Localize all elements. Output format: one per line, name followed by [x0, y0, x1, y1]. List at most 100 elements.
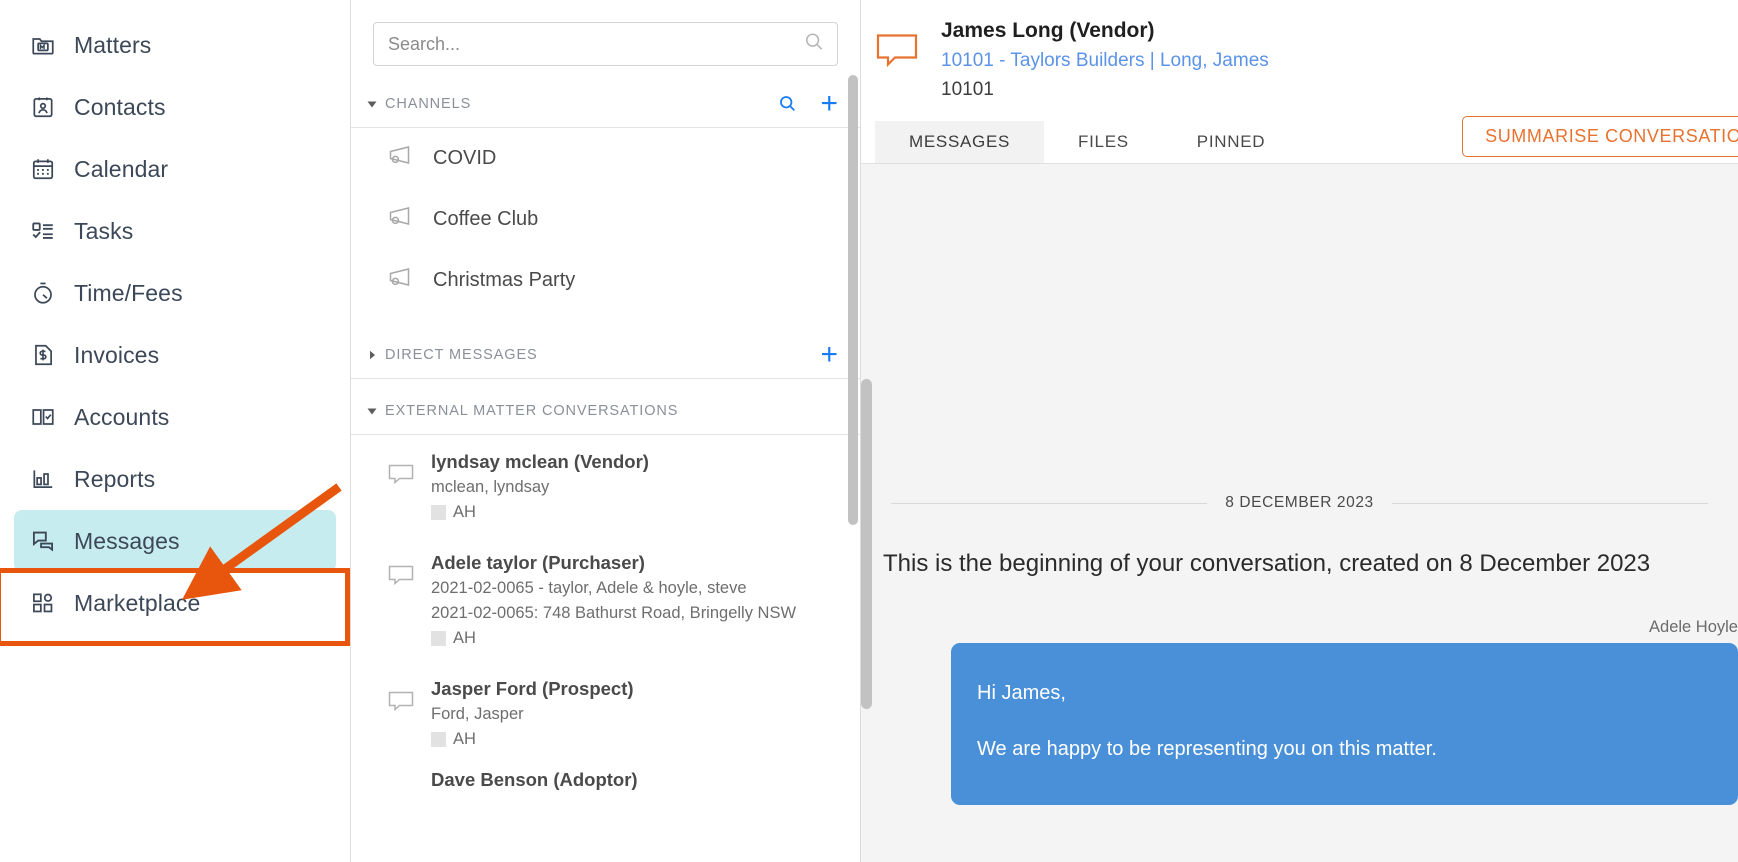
conversation-beginning-text: This is the beginning of your conversati… — [883, 550, 1651, 577]
section-title: CHANNELS — [385, 95, 472, 112]
search-area — [351, 0, 860, 66]
divider — [1391, 502, 1708, 504]
matter-id: 10101 — [941, 79, 994, 100]
conversation-subtitle: 2021-02-0065 - taylor, Adele & hoyle, st… — [431, 579, 747, 597]
conversation-title: Dave Benson (Adoptor) — [431, 769, 638, 790]
sidebar-item-label: Tasks — [74, 217, 134, 244]
folder-m-icon — [30, 32, 56, 58]
conversation-title: lyndsay mclean (Vendor) — [431, 451, 649, 472]
conversation-title: Jasper Ford (Prospect) — [431, 678, 634, 699]
section-header-external-matter-conversations[interactable]: EXTERNAL MATTER CONVERSATIONS — [351, 387, 860, 435]
channel-label: Coffee Club — [433, 208, 539, 230]
caret-right-icon[interactable] — [363, 349, 381, 361]
sidebar-item-label: Accounts — [74, 403, 170, 430]
channel-item-christmas-party[interactable]: Christmas Party — [351, 250, 860, 311]
chat-bubbles-icon — [30, 528, 56, 554]
message-sender-name: Adele Hoyle — [1649, 618, 1738, 636]
conversation-header: James Long (Vendor) 10101 - Taylors Buil… — [861, 0, 1738, 114]
list-item[interactable]: Jasper Ford (Prospect) Ford, Jasper AH — [351, 662, 860, 763]
sidebar-item-invoices[interactable]: Invoices — [14, 324, 336, 386]
channel-label: COVID — [433, 147, 497, 169]
list-item-body: Dave Benson (Adoptor) — [431, 767, 638, 793]
bar-chart-icon — [30, 466, 56, 492]
section-actions: + — [777, 88, 838, 118]
calendar-icon — [30, 156, 56, 182]
list-item[interactable]: Dave Benson (Adoptor) — [351, 763, 860, 807]
add-direct-message-button[interactable]: + — [820, 339, 838, 369]
chat-bubble-icon — [387, 676, 415, 719]
date-separator: 8 DECEMBER 2023 — [891, 164, 1708, 512]
sidebar-item-label: Contacts — [74, 93, 166, 120]
message-line: We are happy to be representing you on t… — [977, 738, 1437, 760]
channel-label: Christmas Party — [433, 269, 576, 291]
conversation-subtitle: mclean, lyndsay — [431, 478, 550, 496]
sidebar-item-accounts[interactable]: Accounts — [14, 386, 336, 448]
sidebar-item-label: Calendar — [74, 155, 169, 182]
tag-color-swatch — [431, 732, 446, 747]
list-item[interactable]: lyndsay mclean (Vendor) mclean, lyndsay … — [351, 435, 860, 536]
section-title: EXTERNAL MATTER CONVERSATIONS — [385, 402, 679, 419]
matter-link[interactable]: 10101 - Taylors Builders | Long, James — [941, 46, 1269, 75]
sidebar-item-marketplace[interactable]: Marketplace — [14, 572, 336, 634]
sidebar-item-messages[interactable]: Messages — [14, 510, 336, 572]
page-title: James Long (Vendor) — [941, 19, 1155, 42]
left-sidebar: Matters Contacts Calendar Tasks Time/Fee… — [0, 0, 350, 862]
sidebar-item-contacts[interactable]: Contacts — [14, 76, 336, 138]
tag-color-swatch — [431, 631, 446, 646]
caret-down-icon[interactable] — [363, 98, 381, 110]
sidebar-item-time-fees[interactable]: Time/Fees — [14, 262, 336, 324]
add-channel-button[interactable]: + — [820, 88, 838, 118]
stopwatch-icon — [30, 280, 56, 306]
tag-label: AH — [453, 503, 476, 521]
message-area-scrollbar[interactable] — [861, 379, 872, 709]
tab-messages[interactable]: MESSAGES — [875, 121, 1045, 163]
conversation-header-text: James Long (Vendor) 10101 - Taylors Buil… — [941, 16, 1269, 104]
invoice-icon — [30, 342, 56, 368]
list-item-body: lyndsay mclean (Vendor) mclean, lyndsay … — [431, 449, 649, 522]
search-input[interactable] — [374, 23, 837, 65]
sidebar-item-label: Time/Fees — [74, 279, 183, 306]
list-item[interactable]: Adele taylor (Purchaser) 2021-02-0065 - … — [351, 536, 860, 662]
search-icon[interactable] — [777, 93, 798, 114]
channel-item-coffee-club[interactable]: Coffee Club — [351, 189, 860, 250]
sidebar-item-label: Matters — [74, 31, 152, 58]
message-area: 8 DECEMBER 2023 This is the beginning of… — [861, 164, 1738, 862]
search-box[interactable] — [373, 22, 838, 66]
channel-item-covid[interactable]: COVID — [351, 128, 860, 189]
contact-card-icon — [30, 94, 56, 120]
section-actions: + — [820, 339, 838, 369]
megaphone-icon — [387, 144, 415, 173]
sidebar-item-tasks[interactable]: Tasks — [14, 200, 336, 262]
tab-pinned[interactable]: PINNED — [1163, 121, 1299, 163]
tag-label: AH — [453, 730, 476, 748]
app-root: Matters Contacts Calendar Tasks Time/Fee… — [0, 0, 1738, 862]
tab-files[interactable]: FILES — [1044, 121, 1163, 163]
summarise-conversation-button[interactable]: SUMMARISE CONVERSATION — [1462, 116, 1738, 157]
tag-color-swatch — [431, 505, 446, 520]
task-list-icon — [30, 218, 56, 244]
sidebar-item-label: Invoices — [74, 341, 160, 368]
conversation-list-panel: CHANNELS + COVID — [350, 0, 860, 862]
conversation-list-scrollbar[interactable] — [848, 75, 858, 525]
section-title: DIRECT MESSAGES — [385, 346, 538, 363]
search-icon[interactable] — [803, 31, 825, 58]
list-item-body: Jasper Ford (Prospect) Ford, Jasper AH — [431, 676, 634, 749]
sidebar-item-calendar[interactable]: Calendar — [14, 138, 336, 200]
sidebar-item-label: Messages — [74, 527, 180, 554]
conversation-panel: James Long (Vendor) 10101 - Taylors Buil… — [860, 0, 1738, 862]
conversation-subtitle-2: 2021-02-0065: 748 Bathurst Road, Bringel… — [431, 604, 797, 622]
divider — [891, 502, 1208, 504]
status-badge: AH — [431, 629, 796, 648]
caret-down-icon[interactable] — [363, 405, 381, 417]
chat-bubble-icon — [387, 550, 415, 593]
message-line: Hi James, — [977, 682, 1066, 704]
section-header-channels[interactable]: CHANNELS + — [351, 80, 860, 128]
external-conversation-list: lyndsay mclean (Vendor) mclean, lyndsay … — [351, 435, 860, 807]
section-header-direct-messages[interactable]: DIRECT MESSAGES + — [351, 331, 860, 379]
sidebar-item-matters[interactable]: Matters — [14, 14, 336, 76]
status-badge: AH — [431, 730, 634, 749]
tab-bar: MESSAGES FILES PINNED SUMMARISE CONVERSA… — [861, 114, 1738, 164]
sidebar-item-reports[interactable]: Reports — [14, 448, 336, 510]
message-bubble: Hi James, We are happy to be representin… — [951, 643, 1738, 805]
megaphone-icon — [387, 266, 415, 295]
